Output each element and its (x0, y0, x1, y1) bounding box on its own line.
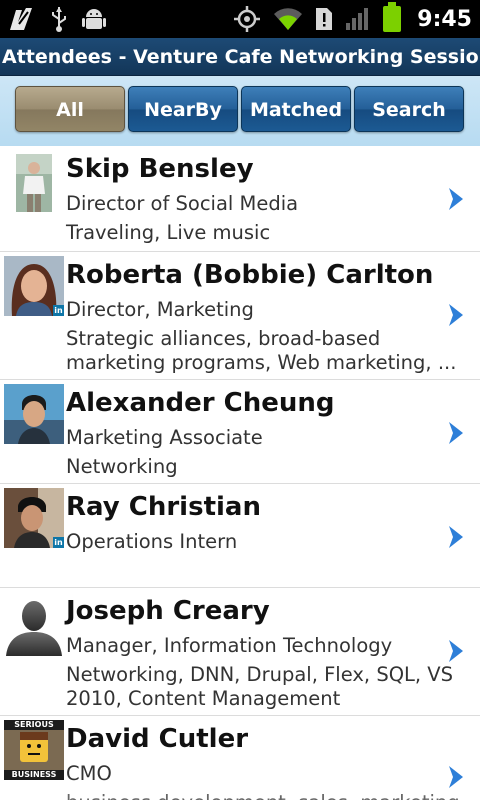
android-icon (82, 9, 106, 29)
attendee-interests: marketing programs, Web marketing, ... (66, 351, 457, 374)
attendee-title: Marketing Associate (66, 426, 263, 449)
list-item[interactable]: Alexander Cheung Marketing Associate Net… (0, 380, 480, 484)
attendee-interests: Strategic alliances, broad-based (66, 327, 381, 350)
attendee-name: Ray Christian (66, 492, 261, 522)
list-item[interactable]: Skip Bensley Director of Social Media Tr… (0, 146, 480, 252)
avatar: in (4, 488, 64, 548)
gps-icon (234, 6, 261, 32)
attendee-interests: Traveling, Live music (66, 221, 271, 244)
filter-tabs: All NearBy Matched Search (0, 76, 480, 146)
attendee-interests: Networking, DNN, Drupal, Flex, SQL, VS (66, 663, 454, 686)
battery-icon (383, 2, 402, 32)
chevron-right-icon[interactable] (446, 186, 466, 212)
attendee-title: Operations Intern (66, 530, 238, 553)
avatar-caption: BUSINESS (11, 770, 57, 779)
linkedin-icon: in (53, 537, 64, 548)
list-item[interactable]: SERIOUS BUSINESS David Cutler CMO busine… (0, 716, 480, 800)
tab-nearby[interactable]: NearBy (128, 86, 238, 132)
avatar (16, 154, 52, 212)
tab-search[interactable]: Search (354, 86, 464, 132)
attendee-list[interactable]: Skip Bensley Director of Social Media Tr… (0, 146, 480, 800)
attendee-name: Alexander Cheung (66, 388, 335, 418)
attendee-title: Director, Marketing (66, 298, 254, 321)
attendee-title: Manager, Information Technology (66, 634, 393, 657)
attendee-name: Roberta (Bobbie) Carlton (66, 260, 434, 290)
attendee-interests: business development, sales, marketing (66, 791, 460, 800)
avatar (4, 384, 64, 444)
signal-icon (346, 8, 369, 30)
page-title: Attendees - Venture Cafe Networking Sess… (2, 46, 480, 68)
attendee-interests: 2010, Content Management (66, 687, 341, 710)
attendee-title: Director of Social Media (66, 192, 299, 215)
wifi-icon (274, 8, 303, 30)
avatar: in (4, 256, 64, 316)
chevron-right-icon[interactable] (446, 764, 466, 790)
chevron-right-icon[interactable] (446, 420, 466, 446)
status-bar: 9:45 (0, 0, 480, 38)
attendee-name: David Cutler (66, 724, 249, 754)
avatar-caption: SERIOUS (14, 720, 54, 729)
title-bar: Attendees - Venture Cafe Networking Sess… (0, 38, 480, 76)
list-item[interactable]: in Ray Christian Operations Intern (0, 484, 480, 588)
chevron-right-icon[interactable] (446, 638, 466, 664)
tab-matched[interactable]: Matched (241, 86, 351, 132)
list-item[interactable]: in Roberta (Bobbie) Carlton Director, Ma… (0, 252, 480, 380)
attendee-title: CMO (66, 762, 112, 785)
avatar (4, 596, 64, 656)
list-item[interactable]: Joseph Creary Manager, Information Techn… (0, 588, 480, 716)
clock: 9:45 (417, 6, 472, 32)
chevron-right-icon[interactable] (446, 524, 466, 550)
avatar: SERIOUS BUSINESS (4, 720, 64, 780)
attendee-interests: Networking (66, 455, 178, 478)
sim-alert-icon (316, 8, 333, 30)
usb-icon (52, 7, 66, 32)
attendee-name: Joseph Creary (66, 596, 270, 626)
linkedin-icon: in (53, 305, 64, 316)
tab-all[interactable]: All (15, 86, 125, 132)
usb-debug-icon (10, 8, 32, 30)
chevron-right-icon[interactable] (446, 302, 466, 328)
attendee-name: Skip Bensley (66, 154, 254, 184)
